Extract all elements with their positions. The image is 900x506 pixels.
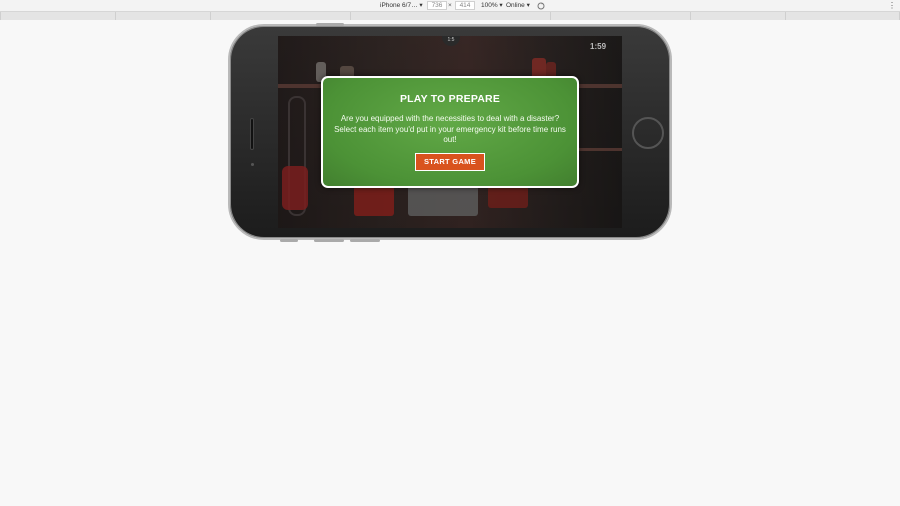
- device-toolbar: iPhone 6/7… ▾ 736 × 414 100% ▾ Online ▾ …: [0, 0, 900, 12]
- supply-item: [408, 186, 478, 216]
- width-input[interactable]: 736: [427, 1, 447, 10]
- height-input[interactable]: 414: [455, 1, 475, 10]
- front-camera: [251, 163, 254, 166]
- modal-title: PLAY TO PREPARE: [399, 93, 501, 105]
- vacuum-body: [282, 166, 308, 210]
- volume-up-button: [314, 239, 344, 242]
- ruler-segment[interactable]: [0, 12, 115, 20]
- device-select[interactable]: iPhone 6/7… ▾: [380, 1, 423, 11]
- ruler-segment[interactable]: [785, 12, 900, 20]
- home-button[interactable]: [632, 117, 664, 149]
- supply-item: [354, 186, 394, 216]
- ruler-segment[interactable]: [550, 12, 690, 20]
- dimension-separator: ×: [448, 2, 452, 9]
- network-throttle-select[interactable]: Online ▾: [506, 1, 530, 11]
- volume-down-button: [350, 239, 380, 242]
- modal-description: Are you equipped with the necessities to…: [334, 114, 566, 144]
- intro-modal: PLAY TO PREPARE Are you equipped with th…: [321, 76, 579, 188]
- rotate-icon[interactable]: [537, 2, 545, 10]
- power-button: [316, 23, 344, 26]
- ruler-segment[interactable]: [210, 12, 350, 20]
- ruler-segment[interactable]: [350, 12, 550, 20]
- mute-switch: [280, 239, 298, 242]
- ruler-segment[interactable]: [690, 12, 785, 20]
- speaker-grille: [250, 118, 254, 150]
- more-options-icon[interactable]: ⋮: [888, 1, 896, 11]
- game-timer: 1:59: [590, 42, 607, 51]
- ruler-segment[interactable]: [115, 12, 210, 20]
- start-game-button[interactable]: START GAME: [415, 152, 485, 171]
- supply-item: [488, 186, 528, 208]
- media-query-ruler[interactable]: [0, 12, 900, 20]
- zoom-select[interactable]: 100% ▾: [481, 1, 503, 11]
